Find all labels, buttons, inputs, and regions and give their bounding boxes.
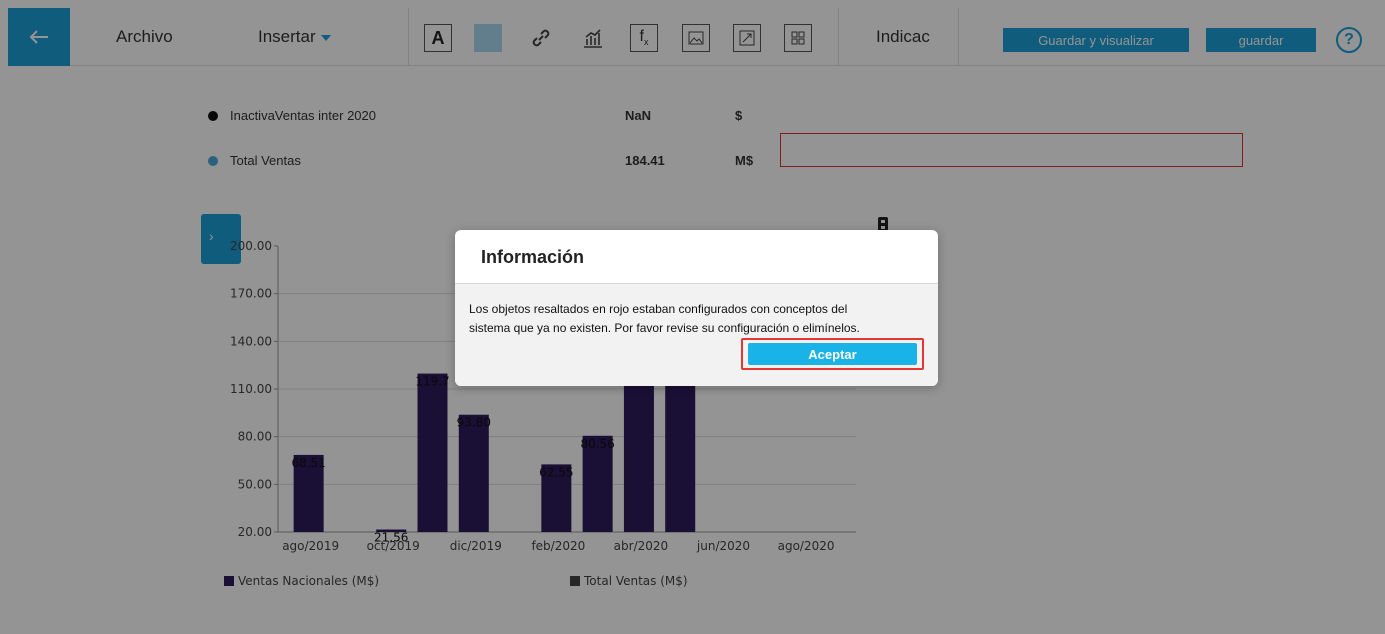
dialog-message-line: sistema que ya no existen. Por favor rev… (469, 321, 860, 335)
accept-button[interactable]: Aceptar (748, 343, 917, 365)
dialog-message: Los objetos resaltados en rojo estaban c… (455, 284, 938, 386)
dialog-title: Información (455, 230, 938, 284)
dialog-message-line: Los objetos resaltados en rojo estaban c… (469, 302, 848, 316)
